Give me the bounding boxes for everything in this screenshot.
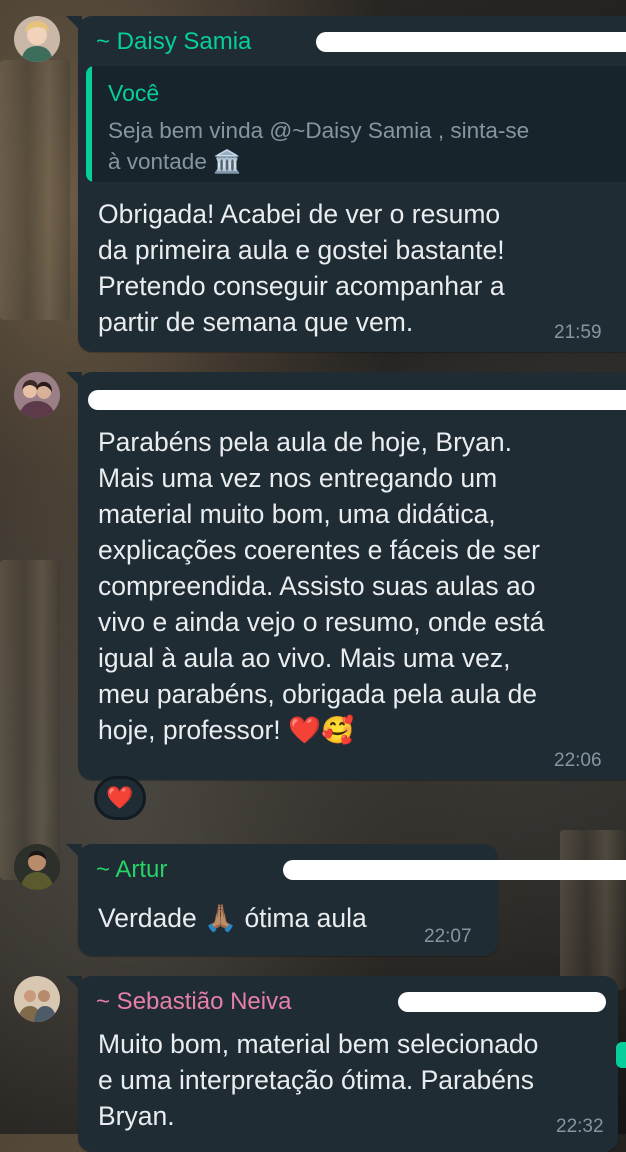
quote-accent-bar (86, 66, 92, 182)
man-avatar-icon (14, 844, 60, 890)
message-bubble[interactable]: ~ Daisy Samia Você Seja bem vinda @~Dais… (78, 16, 626, 352)
redacted-phone (88, 390, 626, 410)
sender-name[interactable]: ~ Daisy Samia (96, 28, 251, 56)
sender-avatar[interactable] (14, 16, 60, 62)
background-column (560, 830, 626, 990)
sender-avatar[interactable] (14, 844, 60, 890)
message-text: Obrigada! Acabei de ver o resumo da prim… (98, 199, 505, 337)
redacted-phone (283, 860, 626, 880)
message-time: 22:07 (424, 926, 472, 947)
background-column (0, 560, 60, 880)
quote-author: Você (108, 80, 160, 106)
couple-avatar-icon (14, 372, 60, 418)
reaction-heart[interactable]: ❤️ (94, 776, 146, 820)
redacted-phone (316, 32, 626, 52)
message-bubble[interactable]: ~ Artur Verdade 🙏🏽 ótima aula 22:07 (78, 844, 626, 956)
woman-avatar-icon (14, 16, 60, 62)
group-avatar-icon (14, 976, 60, 1022)
quoted-message[interactable]: Você Seja bem vinda @~Daisy Samia , sint… (86, 66, 626, 182)
message-text: Parabéns pela aula de hoje, Bryan. Mais … (98, 427, 545, 745)
sender-name[interactable]: ~ Sebastião Neiva (96, 988, 291, 1016)
sender-avatar[interactable] (14, 372, 60, 418)
message-text: Muito bom, material bem selecionado e um… (98, 1029, 539, 1131)
sender-name[interactable]: ~ Artur (96, 856, 167, 884)
message-text: Verdade 🙏🏽 ótima aula (98, 903, 367, 933)
message-bubble[interactable]: Parabéns pela aula de hoje, Bryan. Mais … (78, 372, 626, 780)
redacted-phone (398, 992, 606, 1012)
scroll-indicator[interactable] (616, 1042, 626, 1068)
sender-avatar[interactable] (14, 976, 60, 1022)
quote-text: Seja bem vinda @~Daisy Samia , sinta-se … (108, 118, 530, 174)
background-column (0, 60, 70, 320)
message-time: 22:32 (556, 1116, 604, 1137)
message-bubble[interactable]: ~ Sebastião Neiva Muito bom, material be… (78, 976, 618, 1152)
message-time: 22:06 (554, 750, 602, 771)
message-time: 21:59 (554, 322, 602, 343)
heart-icon: ❤️ (106, 785, 134, 810)
